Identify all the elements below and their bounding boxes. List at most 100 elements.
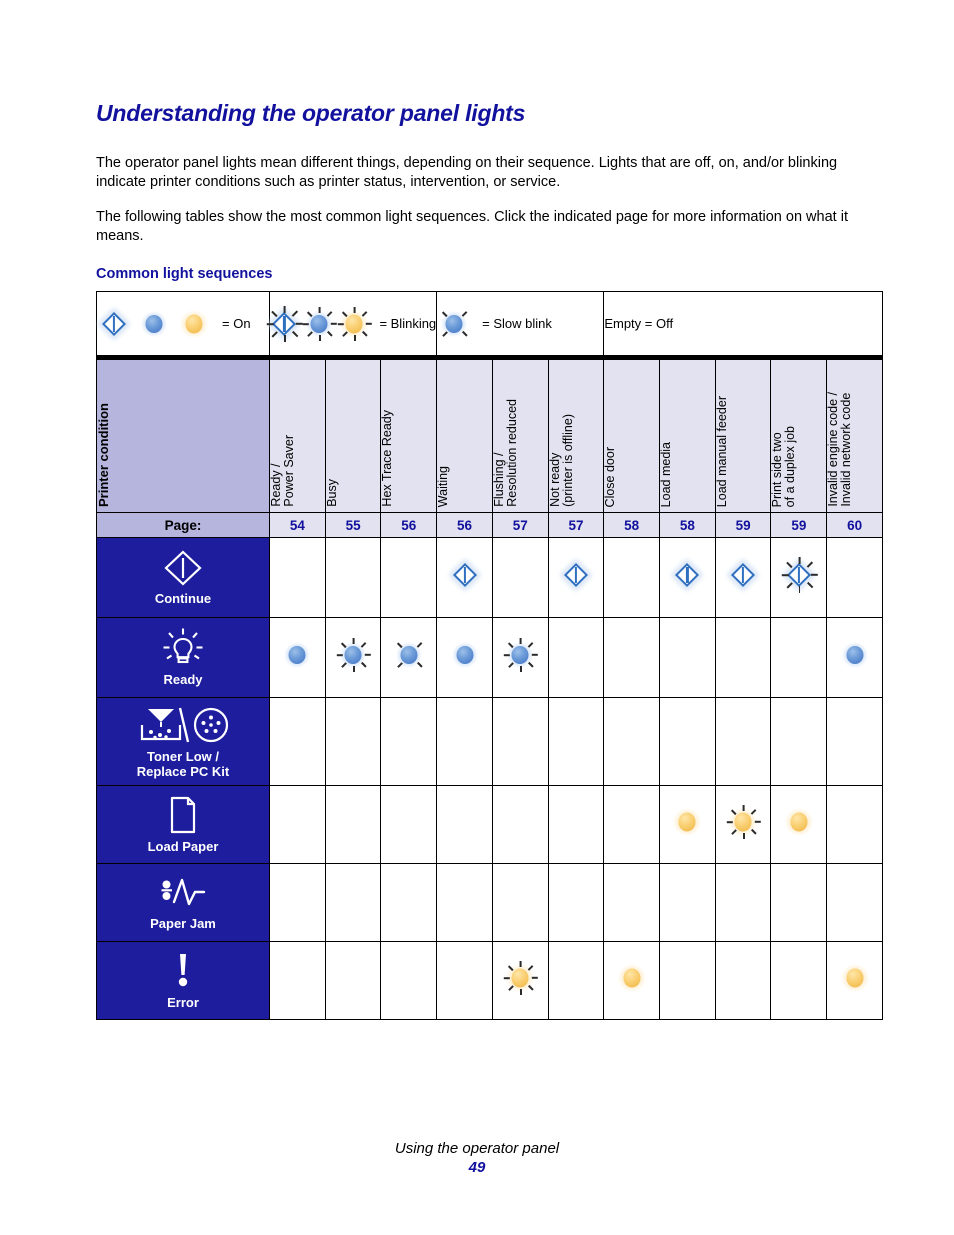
cell-continue-9 xyxy=(770,537,828,618)
diamond-blink-icon xyxy=(781,557,818,593)
amber-blink-icon xyxy=(726,805,761,839)
legend-cell-off: Empty = Off xyxy=(603,291,883,356)
amber-blink-icon xyxy=(503,961,539,995)
page-link-9[interactable]: 59 xyxy=(770,512,828,538)
amber-on-icon xyxy=(615,961,649,995)
cell-ready-10 xyxy=(826,617,883,698)
legend-cell-slow-blink: = Slow blink xyxy=(436,291,605,356)
row-label-text: Paper Jam xyxy=(150,916,216,931)
page-link-4[interactable]: 57 xyxy=(491,512,549,538)
cell-error-2 xyxy=(380,941,438,1020)
blink-rays xyxy=(267,305,304,342)
blue-on-icon xyxy=(838,638,872,672)
page-link-3[interactable]: 56 xyxy=(436,512,493,538)
table-row: Continue xyxy=(96,537,883,618)
cell-toner-low-9 xyxy=(770,697,828,786)
page-link-10[interactable]: 60 xyxy=(826,512,883,538)
cell-paper-jam-2 xyxy=(380,863,438,942)
column-header-0: Ready / Power Saver xyxy=(269,359,326,513)
page-canvas: Understanding the operator panel lights … xyxy=(0,0,954,1235)
cell-error-4 xyxy=(491,941,549,1020)
footer-chapter: Using the operator panel xyxy=(394,1140,560,1157)
cell-toner-low-1 xyxy=(324,697,382,786)
cell-load-paper-9 xyxy=(770,785,828,864)
blink-rays xyxy=(392,638,426,672)
amber-on-icon xyxy=(838,961,872,995)
row-label-text: Error xyxy=(167,995,199,1010)
cell-error-10 xyxy=(826,941,883,1020)
cell-toner-low-7 xyxy=(659,697,716,786)
cell-error-0 xyxy=(269,941,326,1020)
amber-on-icon xyxy=(670,805,704,839)
cell-ready-0 xyxy=(269,617,326,698)
blue-blink-icon xyxy=(503,638,539,672)
diamond-on-icon xyxy=(670,558,705,592)
cell-load-paper-1 xyxy=(324,785,382,864)
amber-on-icon xyxy=(782,805,816,839)
column-header-row: Printer condition Ready / Power Saver Busy… xyxy=(96,359,883,513)
cell-paper-jam-0 xyxy=(269,863,326,942)
cell-error-9 xyxy=(770,941,828,1020)
legend-label-off: Empty = Off xyxy=(604,316,674,331)
document-content: Understanding the operator panel lights … xyxy=(96,100,886,1020)
diamond-on-icon xyxy=(726,558,761,592)
load-paper-icon xyxy=(170,796,196,834)
cell-toner-low-6 xyxy=(603,697,661,786)
ready-lightbulb-icon xyxy=(163,628,203,664)
row-label-text: Ready xyxy=(163,672,203,687)
legend-row: = On = Blinking = Slow blink Empty = Off xyxy=(96,291,883,356)
cell-error-1 xyxy=(324,941,382,1020)
page-link-1[interactable]: 55 xyxy=(324,512,382,538)
cell-ready-9 xyxy=(770,617,828,698)
column-header-6: Close door xyxy=(603,359,661,513)
blue-on-icon xyxy=(448,638,482,672)
row-label-continue: Continue xyxy=(96,537,270,618)
light-sequences-table: = On = Blinking = Slow blink Empty = Off Pri… xyxy=(96,291,883,1020)
page-link-2[interactable]: 56 xyxy=(380,512,438,538)
cell-paper-jam-3 xyxy=(436,863,493,942)
blink-rays xyxy=(781,557,818,593)
table-row: Load Paper xyxy=(96,785,883,864)
footer-page-number: 49 xyxy=(468,1159,486,1176)
row-label-load-paper: Load Paper xyxy=(96,785,270,864)
cell-continue-10 xyxy=(826,537,883,618)
cell-continue-2 xyxy=(380,537,438,618)
row-label-text: Load Paper xyxy=(147,839,219,854)
blue-blink-icon xyxy=(336,638,371,672)
cell-toner-low-8 xyxy=(714,697,772,786)
page-link-8[interactable]: 59 xyxy=(714,512,772,538)
column-header-3: Waiting xyxy=(436,359,493,513)
amber-on-icon xyxy=(177,307,211,341)
cell-load-paper-7 xyxy=(659,785,716,864)
cell-toner-low-0 xyxy=(269,697,326,786)
section-subheading: Common light sequences xyxy=(96,266,273,282)
blink-rays xyxy=(437,307,471,341)
cell-toner-low-10 xyxy=(826,697,883,786)
cell-load-paper-4 xyxy=(491,785,549,864)
cell-paper-jam-8 xyxy=(714,863,772,942)
blink-rays xyxy=(503,638,539,672)
cell-ready-1 xyxy=(324,617,382,698)
intro-paragraph-1: The operator panel lights mean different… xyxy=(96,155,838,190)
cell-paper-jam-4 xyxy=(491,863,549,942)
page-link-6[interactable]: 58 xyxy=(603,512,661,538)
cell-continue-5 xyxy=(547,537,605,618)
intro-paragraph-2: The following tables show the most commo… xyxy=(96,209,848,244)
blue-on-icon xyxy=(280,638,314,672)
error-exclamation-icon xyxy=(178,954,188,987)
row-label-paper-jam: Paper Jam xyxy=(96,863,270,942)
page-link-5[interactable]: 57 xyxy=(547,512,605,538)
table-row: Toner Low / Replace PC Kit xyxy=(96,697,883,786)
page-footer: Using the operator panel 49 xyxy=(0,1140,954,1176)
amber-blink-icon xyxy=(337,306,372,341)
row-label-text: Continue xyxy=(154,591,212,606)
page-link-7[interactable]: 58 xyxy=(659,512,716,538)
cell-error-3 xyxy=(436,941,493,1020)
blink-rays xyxy=(303,306,338,341)
cell-toner-low-4 xyxy=(491,697,549,786)
cell-ready-6 xyxy=(603,617,661,698)
cell-load-paper-10 xyxy=(826,785,883,864)
cell-continue-6 xyxy=(603,537,661,618)
page-number-row: Page: 54 55 56 56 57 57 58 58 59 59 60 xyxy=(96,512,883,538)
page-link-0[interactable]: 54 xyxy=(269,512,326,538)
